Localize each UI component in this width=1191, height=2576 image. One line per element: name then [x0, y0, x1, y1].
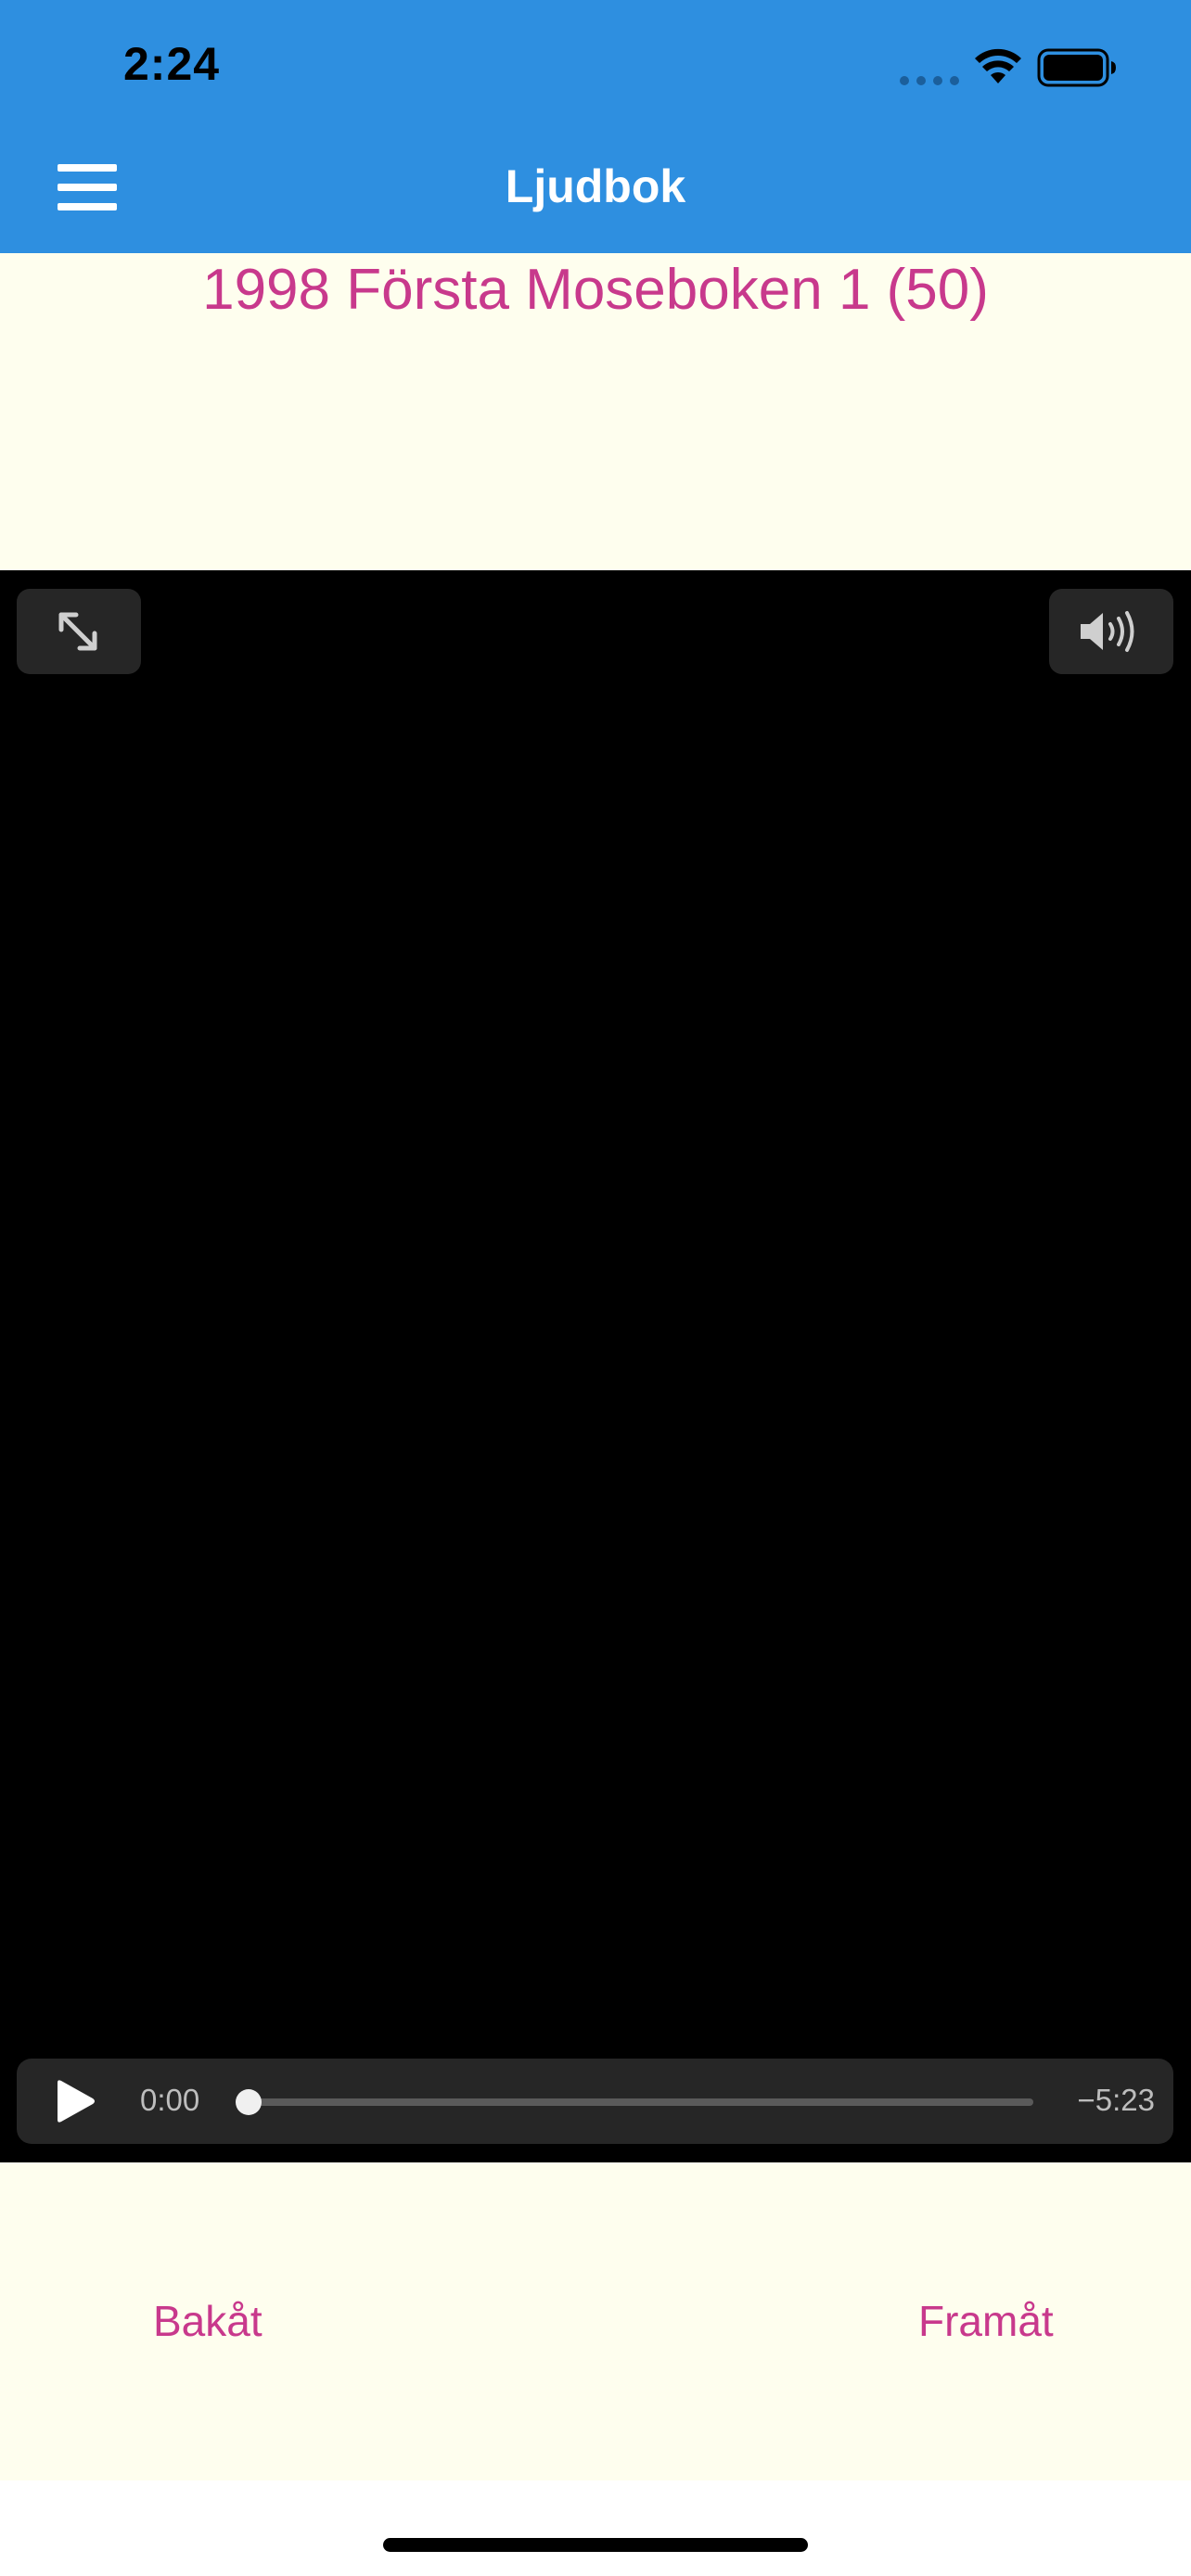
remaining-time: −5:23	[1077, 2083, 1156, 2117]
back-button[interactable]: Bakåt	[153, 2296, 263, 2346]
speaker-volume-icon	[1081, 611, 1134, 652]
app-header: 2:24 Ljudbok	[0, 0, 1191, 253]
elapsed-time: 0:00	[140, 2083, 200, 2117]
wifi-icon	[975, 48, 1021, 83]
battery-full-icon	[1037, 48, 1116, 87]
page-title: Ljudbok	[505, 160, 686, 212]
forward-button[interactable]: Framåt	[918, 2296, 1054, 2346]
expand-arrows-icon	[58, 612, 97, 651]
playback-control-bar: 0:00 −5:23	[17, 2059, 1173, 2144]
track-title: 1998 Första Moseboken 1 (50)	[202, 258, 989, 322]
status-time: 2:24	[123, 38, 221, 90]
cellular-signal-icon	[900, 76, 959, 85]
home-indicator	[383, 2538, 808, 2552]
fullscreen-button[interactable]	[17, 589, 141, 674]
play-icon[interactable]	[52, 2079, 98, 2123]
volume-button[interactable]	[1049, 589, 1173, 674]
media-player[interactable]: 0:00 −5:23	[0, 570, 1191, 2162]
progress-slider[interactable]	[236, 2089, 1033, 2115]
progress-handle[interactable]	[236, 2089, 262, 2115]
